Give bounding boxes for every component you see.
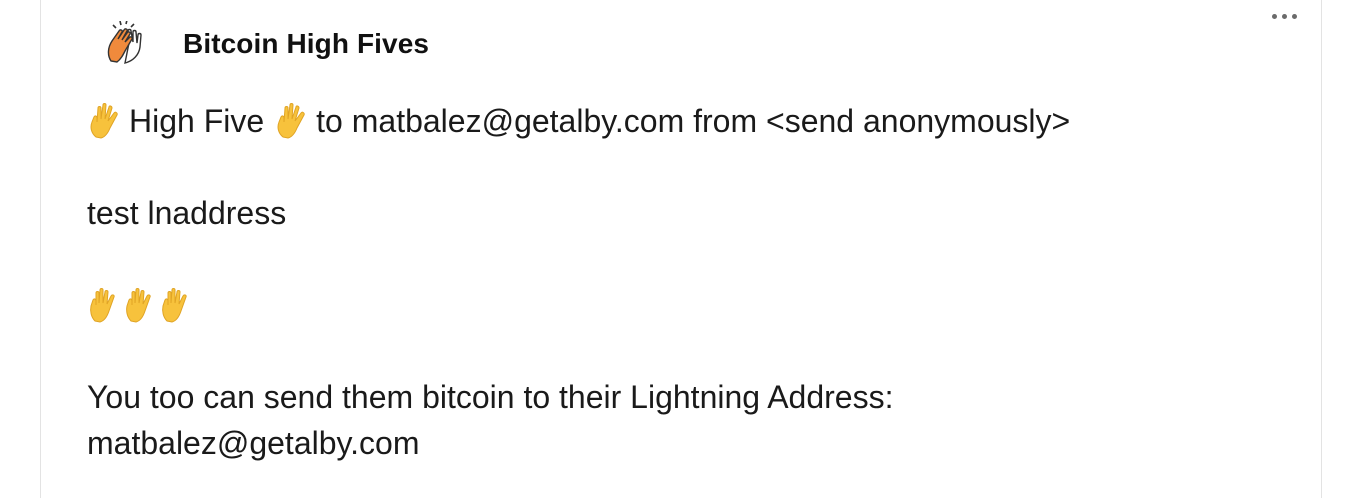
raised-hand-icon [159, 287, 193, 323]
message-line-note: test lnaddress [87, 195, 287, 231]
clapping-high-five-icon[interactable] [101, 19, 151, 69]
high-five-label: High Five [129, 103, 265, 139]
message-line-cta: You too can send them bitcoin to their L… [87, 379, 894, 415]
ellipsis-icon [1271, 13, 1277, 19]
hands-emoji-row [87, 282, 1287, 328]
raised-hand-fingers-splayed-icon [274, 103, 308, 139]
message-card: Bitcoin High Fives High Five to matbalez… [40, 0, 1322, 498]
raised-hand-fingers-splayed-icon [87, 103, 121, 139]
app-name[interactable]: Bitcoin High Fives [183, 28, 429, 60]
lightning-address-text: matbalez@getalby.com [87, 425, 420, 461]
message-body: High Five to matbalez@getalby.com from <… [87, 98, 1287, 466]
raised-hand-icon [87, 287, 121, 323]
message-header: Bitcoin High Fives [101, 16, 429, 72]
recipient-text: to matbalez@getalby.com from <send anony… [316, 103, 1071, 139]
raised-hand-icon [123, 287, 157, 323]
message-line-high-five: High Five to matbalez@getalby.com from <… [87, 98, 1287, 144]
more-options-button[interactable] [1264, 2, 1304, 30]
